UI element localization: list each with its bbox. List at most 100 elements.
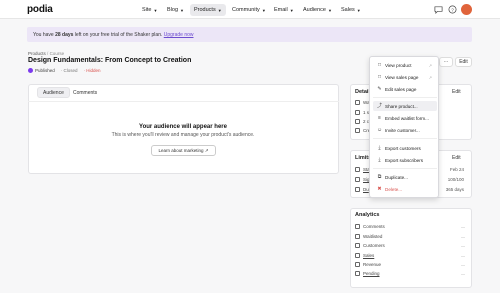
analytics-row-label: Customers (363, 243, 385, 248)
share-icon: ⤴ (377, 102, 383, 109)
analytics-row: Pending — (355, 271, 465, 276)
chevron-down-icon: ▼ (153, 7, 158, 13)
analytics-row-label: Revenue (363, 262, 382, 267)
tab-comments[interactable]: Comments (68, 87, 102, 98)
external-link-icon: □ (377, 61, 382, 68)
chevron-right-icon: ↗ (428, 74, 432, 80)
analytics-row: Sales — (355, 253, 465, 258)
more-actions-button[interactable]: ··· (439, 57, 453, 67)
nav-audience[interactable]: Audience ▼ (299, 4, 336, 16)
user-avatar[interactable] (461, 4, 472, 15)
menu-item-duplicate[interactable]: ⧉ Duplicate... (373, 172, 437, 182)
menu-item-label: Share product... (385, 103, 418, 109)
analytics-row: Customers — (355, 243, 465, 248)
nav-audience-label: Audience (303, 7, 326, 13)
analytics-row-value: — (461, 224, 465, 229)
embed-icon: ≡ (378, 114, 381, 121)
learn-marketing-button[interactable]: Learn about marketing ↗ (151, 145, 216, 156)
analytics-row-label[interactable]: Pending (363, 271, 380, 276)
nav-products[interactable]: Products ▼ (190, 4, 226, 16)
menu-item-edit-sales-page[interactable]: ✎ Edit sales page (373, 84, 437, 94)
duplicate-icon: ⧉ (377, 173, 382, 180)
menu-divider (373, 168, 437, 169)
analytics-row-value: — (461, 271, 465, 276)
row-icon (355, 110, 360, 115)
menu-item-share-product[interactable]: ⤴ Share product... (373, 101, 437, 111)
menu-item-export-customers[interactable]: ⤓ Export customers (373, 143, 437, 153)
analytics-title: Analytics (355, 212, 380, 218)
banner-text-middle: left on your free trial of the Shaker pl… (73, 32, 164, 38)
published-label: Published (35, 68, 55, 73)
menu-item-label: Delete... (385, 186, 403, 192)
closed-label: Closed (63, 68, 78, 73)
menu-item-label: Duplicate... (385, 174, 408, 180)
row-icon (355, 128, 360, 133)
chevron-down-icon: ▼ (327, 7, 332, 13)
nav-blog[interactable]: Blog ▼ (163, 4, 188, 16)
menu-item-delete[interactable]: ✖ Delete... (373, 184, 437, 194)
analytics-card (350, 208, 472, 288)
limits-row-label: Du (363, 187, 369, 192)
row-icon (355, 119, 360, 124)
breadcrumb: Products / Course (28, 51, 64, 56)
breadcrumb-current: Course (49, 51, 65, 56)
hidden-status: · Hidden (83, 68, 101, 73)
chevron-down-icon: ▼ (289, 7, 294, 13)
chat-icon[interactable] (434, 5, 443, 14)
chevron-down-icon: ▼ (217, 7, 222, 13)
menu-item-view-product[interactable]: □ View product ↗ (373, 60, 437, 70)
nav-site[interactable]: Site ▼ (138, 4, 161, 16)
nav-community[interactable]: Community ▼ (228, 4, 270, 16)
menu-item-label: Embed waitlist form... (385, 115, 429, 121)
product-actions-menu: □ View product ↗ □ View sales page ↗ ✎ Edit s… (369, 56, 439, 198)
details-row: Cre (355, 128, 370, 133)
chevron-right-icon: ↗ (428, 62, 432, 68)
nav-email[interactable]: Email ▼ (270, 4, 298, 16)
download-icon: ⤓ (378, 156, 381, 163)
analytics-row: Comments — (355, 224, 465, 229)
menu-item-view-sales-page[interactable]: □ View sales page ↗ (373, 72, 437, 82)
tab-audience[interactable]: Audience (37, 87, 70, 98)
upgrade-link[interactable]: Upgrade now (164, 32, 194, 38)
limits-edit-button[interactable]: Edit (452, 155, 461, 161)
published-badge: Published (28, 68, 55, 73)
details-edit-button[interactable]: Edit (452, 89, 461, 95)
row-icon (355, 100, 360, 105)
analytics-row-label[interactable]: Sales (363, 253, 374, 258)
empty-state-subtitle: This is where you'll review and manage y… (111, 132, 255, 138)
banner-days: 28 days (55, 32, 74, 38)
sales-icon (355, 253, 360, 258)
nav-blog-label: Blog (167, 7, 179, 13)
menu-item-label: Invite customer... (385, 127, 420, 133)
breadcrumb-products-link[interactable]: Products (28, 51, 46, 56)
menu-item-embed-waitlist[interactable]: ≡ Embed waitlist form... (373, 113, 437, 123)
breadcrumb-separator: / (47, 51, 49, 56)
analytics-row-label: Waitlisted (363, 234, 383, 239)
analytics-row-value: — (461, 253, 465, 258)
chevron-down-icon: ▼ (180, 7, 184, 13)
chevron-down-icon: ▼ (261, 7, 266, 13)
help-icon[interactable]: ? (448, 5, 457, 14)
limits-row: Du (355, 187, 369, 192)
nav-sales[interactable]: Sales ▼ (337, 4, 365, 16)
podia-logo[interactable]: podia (27, 4, 53, 15)
row-icon (355, 177, 360, 182)
published-dot-icon (28, 68, 33, 73)
trash-icon: ✖ (377, 185, 382, 192)
limits-row: Sta (355, 167, 370, 172)
customers-icon (355, 243, 360, 248)
banner-text-prefix: You have (33, 32, 56, 38)
menu-item-label: Export subscribers (385, 157, 424, 163)
pending-icon (355, 271, 360, 276)
menu-item-export-subscribers[interactable]: ⤓ Export subscribers (373, 155, 437, 165)
analytics-row-value: — (461, 262, 465, 267)
nav-email-label: Email (274, 7, 288, 13)
details-row: Wa (355, 100, 370, 105)
menu-item-invite-customer[interactable]: ☺ Invite customer... (373, 125, 437, 135)
edit-product-button[interactable]: Edit (455, 57, 472, 67)
nav-community-label: Community (232, 7, 260, 13)
empty-state-title: Your audience will appear here (139, 124, 227, 130)
waitlist-icon (355, 234, 360, 239)
user-plus-icon: ☺ (377, 126, 383, 133)
nav-site-label: Site (142, 7, 152, 13)
